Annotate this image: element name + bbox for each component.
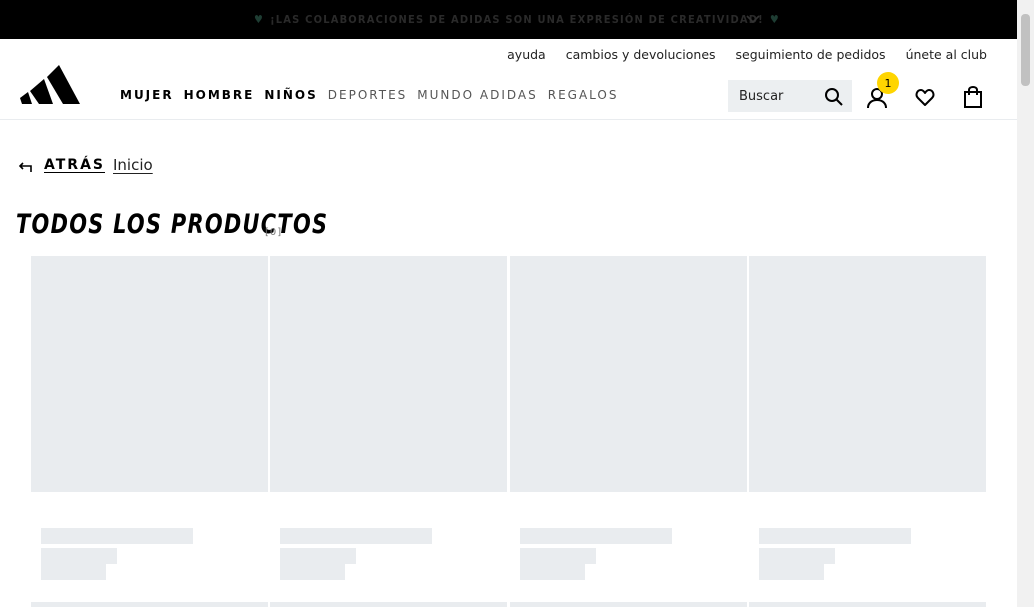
account-badge: 1	[877, 72, 899, 94]
price-placeholder	[759, 564, 824, 580]
product-image-placeholder	[510, 256, 747, 492]
search-placeholder: Buscar	[739, 88, 784, 104]
price-placeholder	[520, 564, 585, 580]
subtitle-placeholder	[41, 548, 117, 564]
promo-banner[interactable]: ♥ ¡LAS COLABORACIONES DE ADIDAS SON UNA …	[0, 0, 1034, 39]
nav-mundo-adidas[interactable]: MUNDO ADIDAS	[417, 88, 537, 102]
product-image-placeholder	[31, 256, 268, 492]
title-placeholder	[280, 528, 432, 544]
title-placeholder	[759, 528, 911, 544]
util-link-seguimiento[interactable]: seguimiento de pedidos	[736, 47, 886, 62]
nav-deportes[interactable]: DEPORTES	[328, 88, 408, 102]
adidas-logo[interactable]	[20, 65, 80, 104]
title-placeholder	[41, 528, 193, 544]
search-input[interactable]: Buscar	[728, 80, 852, 112]
header-divider	[0, 119, 1017, 120]
product-image-placeholder	[749, 256, 986, 492]
subtitle-placeholder	[520, 548, 596, 564]
promo-heart-icon: ♥	[769, 13, 780, 26]
subtitle-placeholder	[759, 548, 835, 564]
product-count: [0]	[265, 227, 283, 238]
util-link-cambios[interactable]: cambios y devoluciones	[566, 47, 716, 62]
nav-regalos[interactable]: REGALOS	[548, 88, 619, 102]
promo-message[interactable]: ♥ ¡LAS COLABORACIONES DE ADIDAS SON UNA …	[254, 13, 780, 26]
nav-mujer[interactable]: MUJER	[120, 88, 174, 102]
chevron-down-icon[interactable]	[745, 12, 761, 26]
util-link-club[interactable]: únete al club	[906, 47, 987, 62]
subtitle-placeholder	[280, 548, 356, 564]
product-card-placeholder	[749, 256, 986, 607]
promo-text: ¡LAS COLABORACIONES DE ADIDAS SON UNA EX…	[270, 13, 764, 26]
util-link-ayuda[interactable]: ayuda	[507, 47, 546, 62]
product-image-placeholder	[270, 256, 507, 492]
bag-icon[interactable]	[962, 86, 984, 108]
nav-hombre[interactable]: HOMBRE	[184, 88, 255, 102]
next-row-placeholder	[270, 602, 507, 607]
breadcrumb-home-link[interactable]: Inicio	[113, 156, 153, 174]
title-placeholder	[520, 528, 672, 544]
product-card-placeholder	[270, 256, 507, 607]
scrollbar-thumb[interactable]	[1021, 14, 1030, 86]
back-button[interactable]: ATRÁS	[18, 157, 105, 173]
utility-nav: ayuda cambios y devoluciones seguimiento…	[507, 47, 987, 62]
product-card-placeholder	[510, 256, 747, 607]
heart-icon[interactable]	[915, 88, 935, 108]
nav-ninos[interactable]: NIÑOS	[264, 88, 317, 102]
next-row-placeholder	[510, 602, 747, 607]
back-label: ATRÁS	[44, 157, 105, 173]
back-arrow-icon	[18, 162, 32, 172]
product-card-placeholder	[31, 256, 268, 607]
page-scrollbar[interactable]	[1017, 0, 1034, 607]
next-row-placeholder	[31, 602, 268, 607]
price-placeholder	[280, 564, 345, 580]
main-nav: MUJER HOMBRE NIÑOS DEPORTES MUNDO ADIDAS…	[120, 88, 619, 102]
search-icon[interactable]	[824, 87, 844, 107]
price-placeholder	[41, 564, 106, 580]
next-row-placeholder	[749, 602, 986, 607]
promo-heart-icon: ♥	[254, 13, 265, 26]
